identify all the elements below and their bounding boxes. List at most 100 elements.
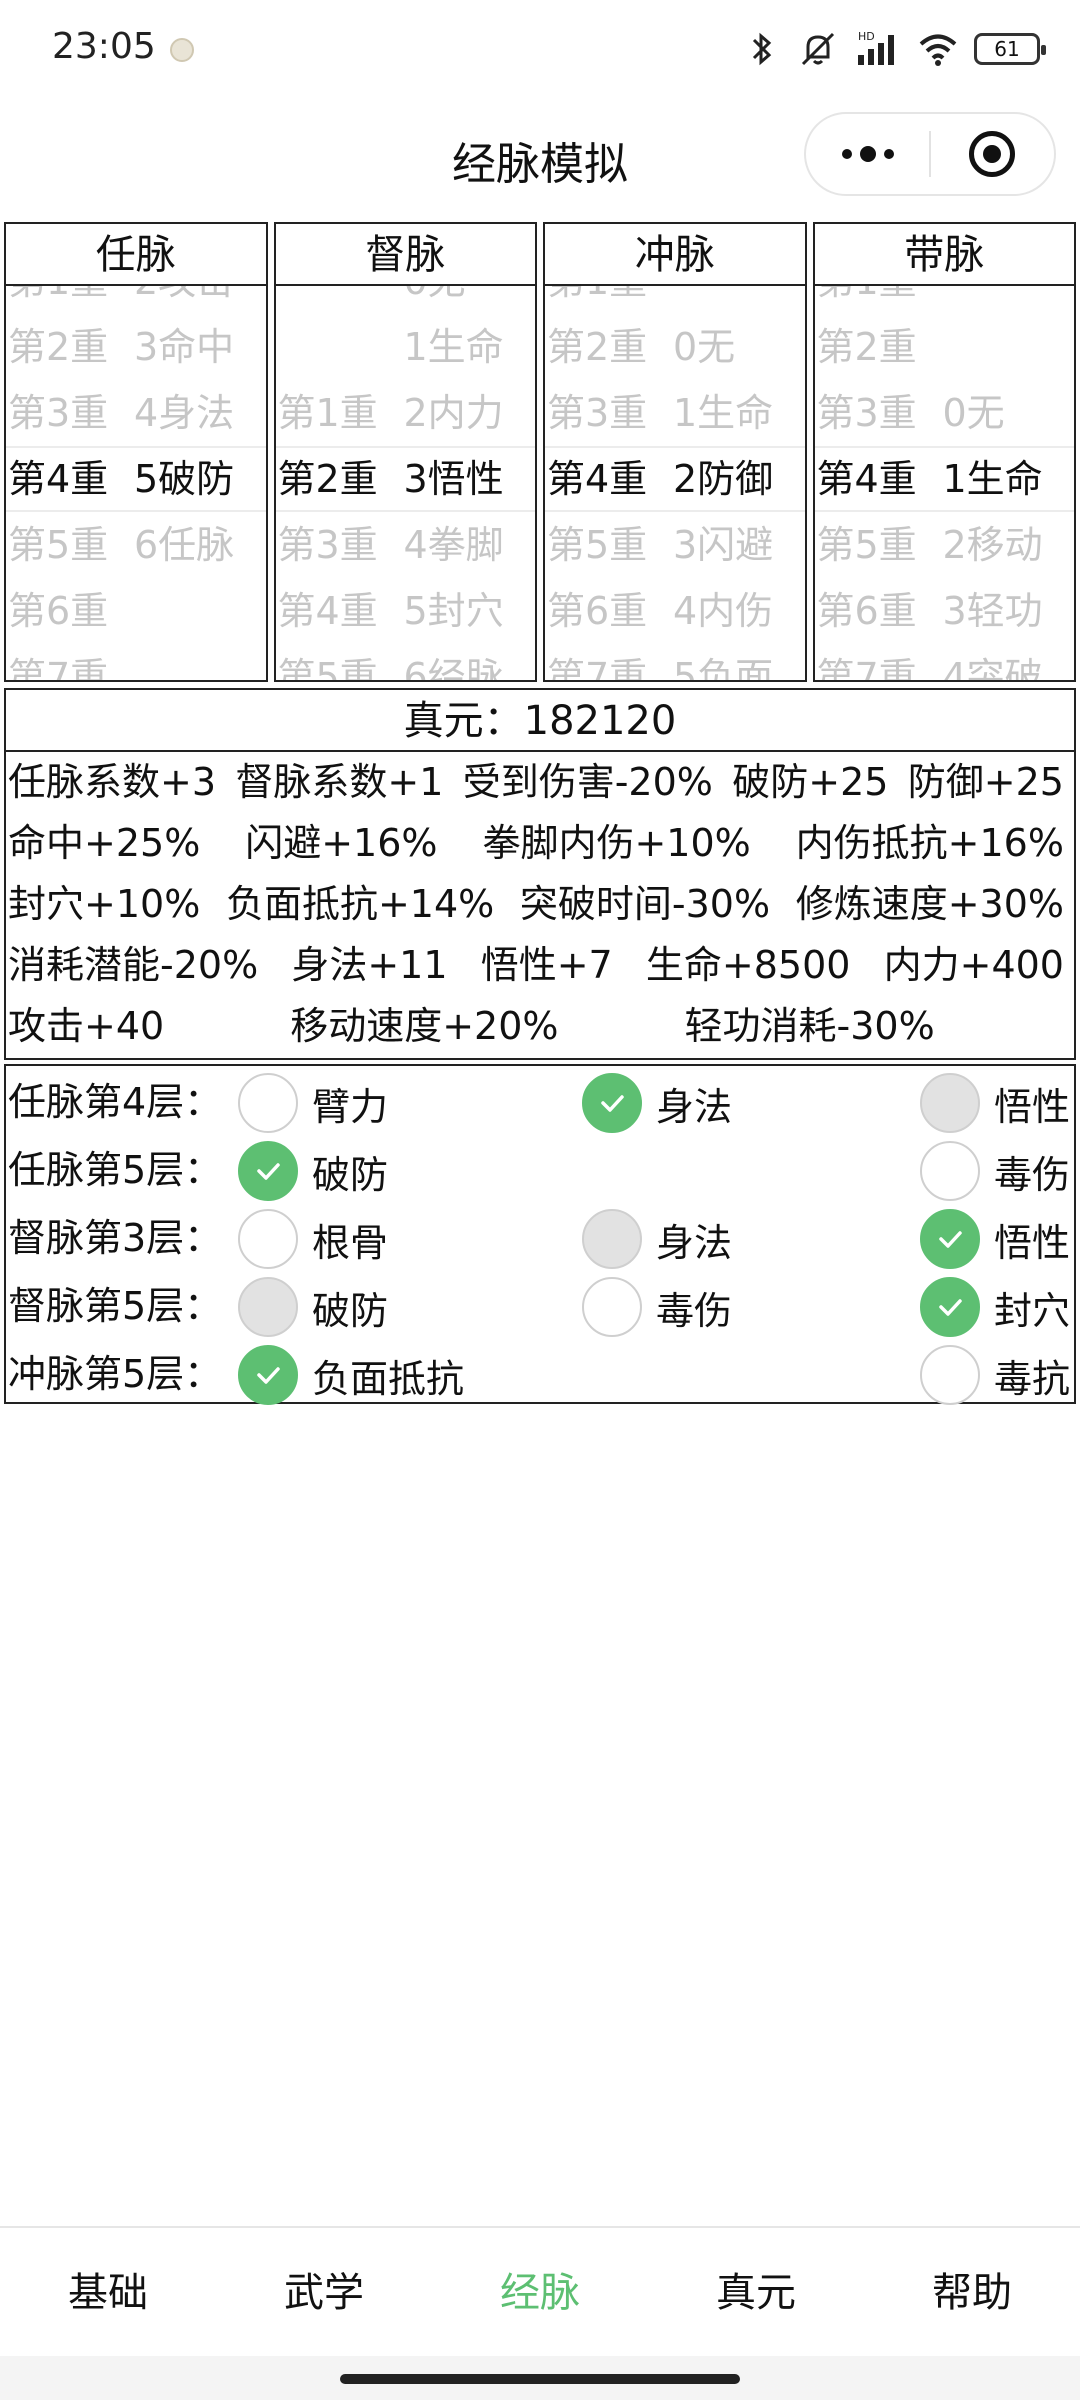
level-option[interactable]: 第3重 (278, 512, 403, 578)
level-option[interactable]: 第1重 (817, 286, 942, 314)
tab-item[interactable]: 真元 (648, 2228, 864, 2356)
option-choice[interactable]: 毒抗 (920, 1344, 1070, 1406)
radio-icon[interactable] (920, 1141, 980, 1201)
attribute-option[interactable]: 4拳脚 (404, 512, 534, 578)
attribute-option[interactable]: 0无 (673, 314, 803, 380)
attribute-option[interactable]: 1生命 (404, 314, 534, 380)
attribute-option[interactable]: 3命中 (134, 314, 264, 380)
level-option[interactable]: 第5重 (547, 512, 672, 578)
tab-item[interactable]: 武学 (216, 2228, 432, 2356)
level-option[interactable]: 第4重 (8, 446, 133, 512)
option-choice[interactable]: 毒伤 (582, 1276, 732, 1338)
level-option[interactable]: 第4重 (278, 578, 403, 644)
level-option[interactable]: 第7重 (817, 644, 942, 680)
level-option[interactable]: 第6重 (817, 578, 942, 644)
level-option[interactable]: 第4重 (547, 446, 672, 512)
battery-icon: 61 (974, 33, 1046, 65)
attribute-option[interactable]: 3悟性 (404, 446, 534, 512)
checked-radio-icon[interactable] (238, 1141, 298, 1201)
attribute-option[interactable]: 1生命 (943, 446, 1073, 512)
level-option[interactable]: 第2重 (817, 314, 942, 380)
attribute-option[interactable] (134, 578, 264, 644)
level-option[interactable]: 第3重 (8, 380, 133, 446)
level-option[interactable]: 第4重 (817, 446, 942, 512)
attribute-option[interactable] (134, 644, 264, 680)
attribute-column[interactable]: 0无1生命2内力3悟性4拳脚5封穴6经脉 (404, 286, 534, 680)
level-column[interactable]: 第1重第2重第3重第4重第5重第6重第7重 (817, 286, 942, 680)
attribute-option[interactable]: 2内力 (404, 380, 534, 446)
attribute-option[interactable]: 3轻功 (943, 578, 1073, 644)
option-choice[interactable]: 根骨 (238, 1208, 388, 1270)
attribute-option[interactable]: 5封穴 (404, 578, 534, 644)
tab-item[interactable]: 经脉 (432, 2228, 648, 2356)
level-column[interactable]: 第1重第2重第3重第4重第5重第6重第7重 (547, 286, 672, 680)
level-option[interactable]: 第6重 (8, 578, 133, 644)
level-option[interactable]: 第5重 (8, 512, 133, 578)
attribute-option[interactable]: 0无 (404, 286, 534, 314)
attribute-option[interactable]: 0无 (943, 380, 1073, 446)
option-choice[interactable]: 毒伤 (920, 1140, 1070, 1202)
attribute-option[interactable]: 5破防 (134, 446, 264, 512)
level-option[interactable]: 第7重 (8, 644, 133, 680)
attribute-column[interactable]: 0无 1生命 2防御 3闪避 4内伤 5负面 (673, 286, 803, 680)
level-option[interactable] (278, 286, 403, 314)
tab-item[interactable]: 帮助 (864, 2228, 1080, 2356)
checked-radio-icon[interactable] (238, 1345, 298, 1405)
checked-radio-icon[interactable] (920, 1209, 980, 1269)
tab-item[interactable]: 基础 (0, 2228, 216, 2356)
level-option[interactable]: 第3重 (547, 380, 672, 446)
meridian-picker[interactable]: 带脉第1重第2重第3重第4重第5重第6重第7重0无1生命2移动3轻功4突破 (812, 222, 1076, 682)
attribute-option[interactable]: 4内伤 (673, 578, 803, 644)
attribute-option[interactable]: 4身法 (134, 380, 264, 446)
attribute-option[interactable] (943, 314, 1073, 380)
attribute-option[interactable]: 6经脉 (404, 644, 534, 680)
checked-radio-icon[interactable] (582, 1073, 642, 1133)
meridian-picker[interactable]: 任脉第1重第2重第3重第4重第5重第6重第7重2攻击3命中4身法5破防6任脉 (4, 222, 268, 682)
level-option[interactable]: 第5重 (278, 644, 403, 680)
level-option[interactable] (278, 314, 403, 380)
picker-body[interactable]: 第1重第2重第3重第4重第5重第6重第7重0无1生命2防御3闪避4内伤5负面 (545, 286, 805, 680)
attribute-option[interactable]: 1生命 (673, 380, 803, 446)
attribute-option[interactable]: 2移动 (943, 512, 1073, 578)
picker-body[interactable]: 第1重第2重第3重第4重第5重第6重第7重0无1生命2移动3轻功4突破 (814, 286, 1074, 680)
level-option[interactable]: 第1重 (8, 286, 133, 314)
level-option[interactable]: 第1重 (278, 380, 403, 446)
level-option[interactable]: 第2重 (8, 314, 133, 380)
level-option[interactable]: 第6重 (547, 578, 672, 644)
attribute-column[interactable]: 0无 1生命 2移动 3轻功 4突破 (943, 286, 1073, 680)
option-choice[interactable]: 封穴 (920, 1276, 1070, 1338)
attribute-option[interactable]: 6任脉 (134, 512, 264, 578)
option-choice[interactable]: 悟性 (920, 1208, 1070, 1270)
level-option[interactable]: 第2重 (547, 314, 672, 380)
radio-icon[interactable] (582, 1277, 642, 1337)
attribute-option[interactable]: 4突破 (943, 644, 1073, 680)
level-column[interactable]: 第1重 第2重 第3重 第4重 第5重 (278, 286, 403, 680)
radio-icon[interactable] (920, 1345, 980, 1405)
picker-body[interactable]: 第1重第2重第3重第4重第5重第6重第7重2攻击3命中4身法5破防6任脉 (6, 286, 266, 680)
meridian-picker[interactable]: 冲脉第1重第2重第3重第4重第5重第6重第7重0无1生命2防御3闪避4内伤5负面 (543, 222, 807, 682)
radio-icon[interactable] (238, 1073, 298, 1133)
attribute-column[interactable]: 2攻击3命中4身法5破防6任脉 (134, 286, 264, 680)
attribute-option[interactable] (673, 286, 803, 314)
meridian-picker[interactable]: 督脉第1重第2重第3重第4重第5重0无1生命2内力3悟性4拳脚5封穴6经脉 (273, 222, 537, 682)
option-choice[interactable]: 身法 (582, 1072, 732, 1134)
picker-body[interactable]: 第1重第2重第3重第4重第5重0无1生命2内力3悟性4拳脚5封穴6经脉 (275, 286, 535, 680)
attribute-option[interactable]: 2攻击 (134, 286, 264, 314)
more-button[interactable] (806, 114, 929, 194)
attribute-option[interactable]: 3闪避 (673, 512, 803, 578)
option-choice[interactable]: 破防 (238, 1140, 388, 1202)
option-choice[interactable]: 臂力 (238, 1072, 388, 1134)
radio-icon[interactable] (238, 1209, 298, 1269)
level-option[interactable]: 第2重 (278, 446, 403, 512)
option-choice[interactable]: 负面抵抗 (238, 1344, 464, 1406)
attribute-option[interactable] (943, 286, 1073, 314)
close-button[interactable] (931, 114, 1054, 194)
level-option[interactable]: 第7重 (547, 644, 672, 680)
level-column[interactable]: 第1重第2重第3重第4重第5重第6重第7重 (8, 286, 133, 680)
attribute-option[interactable]: 2防御 (673, 446, 803, 512)
level-option[interactable]: 第1重 (547, 286, 672, 314)
level-option[interactable]: 第3重 (817, 380, 942, 446)
attribute-option[interactable]: 5负面 (673, 644, 803, 680)
checked-radio-icon[interactable] (920, 1277, 980, 1337)
level-option[interactable]: 第5重 (817, 512, 942, 578)
